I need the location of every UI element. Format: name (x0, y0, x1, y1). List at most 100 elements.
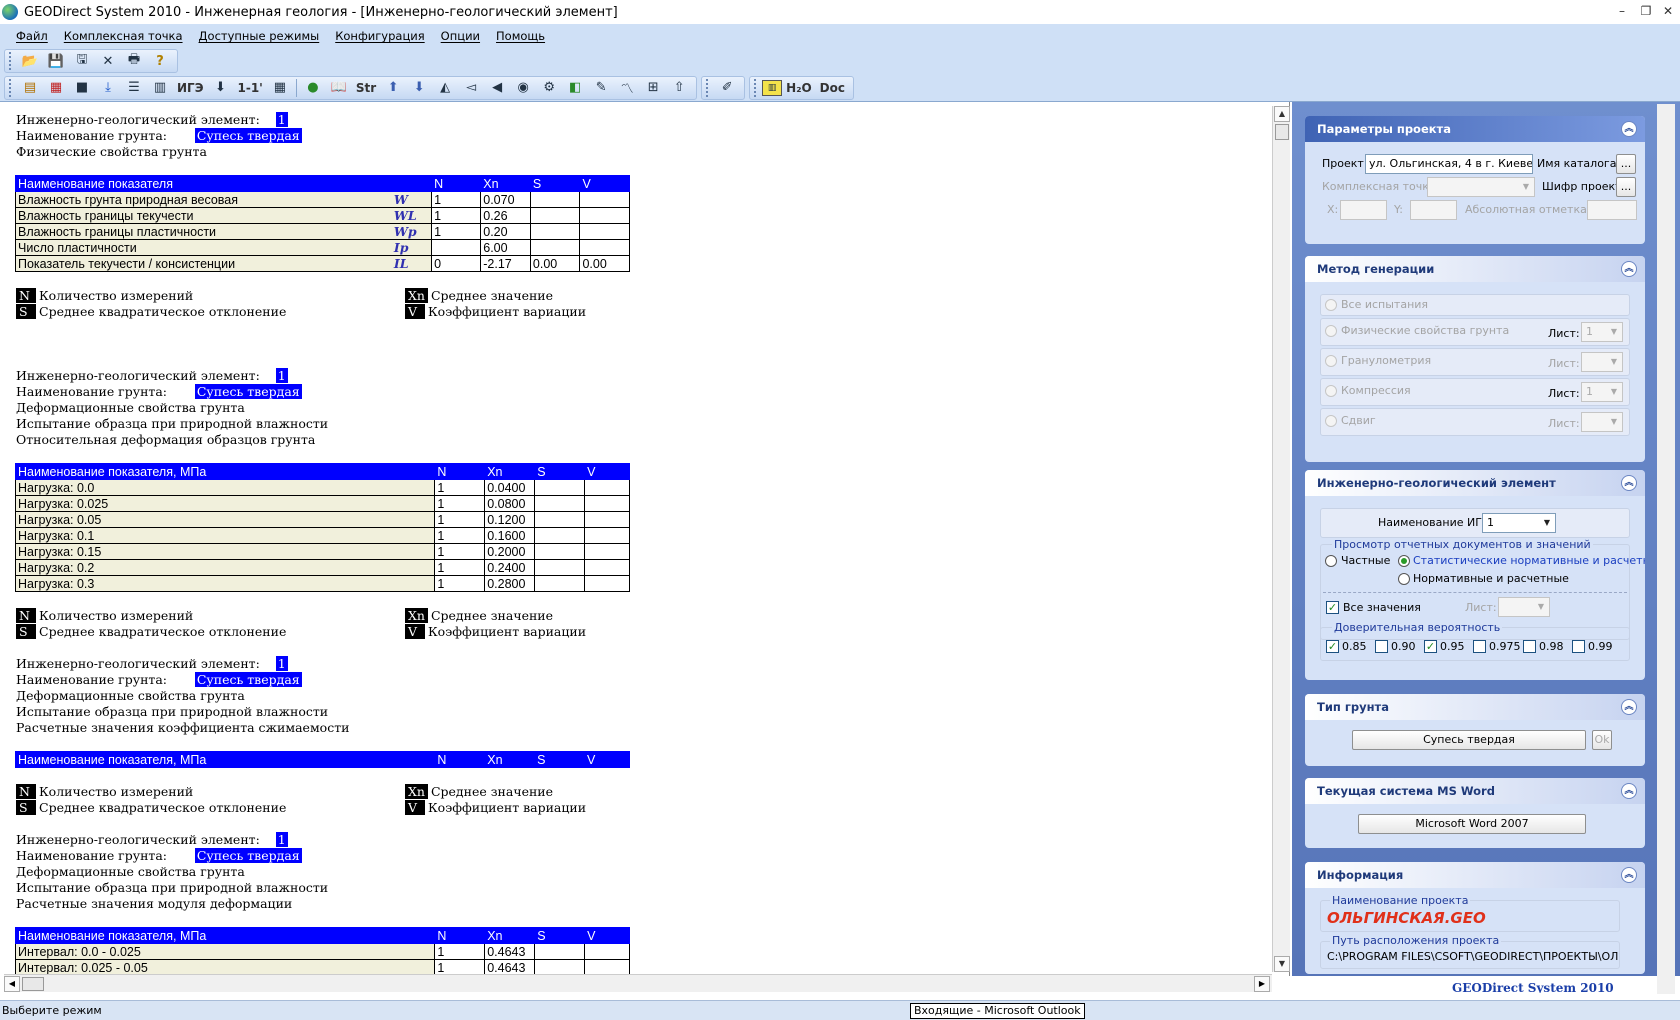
prob-checkbox[interactable]: ✓ (1424, 640, 1437, 653)
scroll-left-icon[interactable]: ◀ (4, 976, 20, 992)
scroll-thumb[interactable] (1275, 124, 1289, 140)
delete-x-icon[interactable]: ✕ (95, 50, 121, 72)
download-icon[interactable]: ⤓ (95, 77, 121, 99)
section-header[interactable]: Метод генерации ︽ (1305, 256, 1645, 282)
sheet-dropdown-gran[interactable]: ▼ (1581, 352, 1623, 372)
arrow-left-icon[interactable]: ◀ (484, 77, 510, 99)
house-up-icon[interactable]: ⇧ (666, 77, 692, 99)
gear-icon[interactable]: ⚙ (536, 77, 562, 99)
section-header[interactable]: Тип грунта ︽ (1305, 694, 1645, 720)
collapse-chevron-icon[interactable]: ︽ (1621, 699, 1637, 715)
menu-options[interactable]: Опции (433, 29, 488, 43)
list-icon[interactable]: ☰ (121, 77, 147, 99)
sheet-dropdown-shear[interactable]: ▼ (1581, 412, 1623, 432)
grid-icon[interactable]: ▦ (267, 77, 293, 99)
prob-checkbox[interactable] (1473, 640, 1486, 653)
collapse-chevron-icon[interactable]: ︽ (1621, 783, 1637, 799)
collapse-chevron-icon[interactable]: ︽ (1621, 867, 1637, 883)
str-button[interactable]: Str (352, 77, 380, 99)
radio-stat[interactable] (1398, 555, 1410, 567)
prob-checkbox[interactable] (1523, 640, 1536, 653)
scroll-thumb[interactable] (22, 977, 44, 991)
section-button[interactable]: 1-1' (234, 77, 267, 99)
ruler-icon[interactable]: ▥ (762, 79, 783, 96)
minimize-icon[interactable]: – (1614, 3, 1630, 19)
pen-icon[interactable]: ✎ (588, 77, 614, 99)
edit-icon[interactable]: ✐ (714, 77, 740, 99)
section-header[interactable]: Инженерно-геологический элемент ︽ (1305, 470, 1645, 496)
complex-point-dropdown[interactable]: ▼ (1427, 177, 1535, 197)
soil-type-button[interactable]: Супесь твердая (1352, 730, 1586, 750)
book-icon[interactable]: 📖 (326, 77, 352, 99)
word-version-button[interactable]: Microsoft Word 2007 (1358, 814, 1586, 834)
menu-complex-point[interactable]: Комплексная точка (56, 29, 191, 43)
globe-icon[interactable]: ● (300, 77, 326, 99)
chart-icon[interactable]: ▥ (147, 77, 173, 99)
triangle-up-icon[interactable]: ◭ (432, 77, 458, 99)
stop-square-icon[interactable]: ■ (69, 77, 95, 99)
soil-ok-button[interactable]: Ok (1592, 730, 1612, 750)
x-input[interactable] (1340, 200, 1387, 220)
radio-phys[interactable] (1325, 325, 1337, 337)
arrow-down-icon[interactable]: ⬇ (208, 77, 234, 99)
collapse-chevron-icon[interactable]: ︽ (1621, 475, 1637, 491)
radio-partial[interactable] (1325, 555, 1337, 567)
catalog-browse-button[interactable]: ... (1616, 154, 1636, 174)
ige-name-dropdown[interactable]: 1 ▼ (1482, 513, 1556, 533)
toolbar-grip[interactable] (706, 78, 710, 97)
menu-modes[interactable]: Доступные режимы (191, 29, 328, 43)
collapse-chevron-icon[interactable]: ︽ (1621, 261, 1637, 277)
restore-icon[interactable]: ❐ (1638, 3, 1654, 19)
triangle-left-icon[interactable]: ◅ (458, 77, 484, 99)
close-icon[interactable]: ✕ (1660, 3, 1676, 19)
all-values-checkbox[interactable]: ✓ (1326, 601, 1339, 614)
menu-config[interactable]: Конфигурация (327, 29, 432, 43)
scroll-up-icon[interactable]: ▲ (1274, 106, 1290, 122)
section-header[interactable]: Информация ︽ (1305, 862, 1645, 888)
menu-file[interactable]: Файл (8, 29, 56, 43)
radio-gran[interactable] (1325, 355, 1337, 367)
help-question-icon[interactable]: ? (147, 50, 173, 72)
abs-mark-input[interactable] (1587, 200, 1637, 220)
toolbar-grip[interactable] (9, 78, 13, 97)
sheet-dropdown-comp[interactable]: 1 ▼ (1581, 382, 1623, 402)
layers-icon[interactable]: ▤ (17, 77, 43, 99)
collapse-chevron-icon[interactable]: ︽ (1621, 121, 1637, 137)
radio-comp[interactable] (1325, 385, 1337, 397)
doc-button[interactable]: Doc (816, 77, 849, 99)
eye-icon[interactable]: ◉ (510, 77, 536, 99)
radio-norm[interactable] (1398, 573, 1410, 585)
radio-shear[interactable] (1325, 415, 1337, 427)
section-header[interactable]: Текущая система MS Word ︽ (1305, 778, 1645, 804)
open-folder-icon[interactable]: 📂 (17, 50, 43, 72)
prob-checkbox[interactable] (1375, 640, 1388, 653)
arrow-down-blue-icon[interactable]: ⬇ (406, 77, 432, 99)
scroll-right-icon[interactable]: ▶ (1254, 976, 1270, 992)
y-input[interactable] (1410, 200, 1457, 220)
section-header[interactable]: Параметры проекта ︽ (1305, 116, 1645, 142)
project-input[interactable]: ул. Ольгинская, 4 в г. Киеве (1365, 154, 1533, 174)
report-document[interactable]: Инженерно-геологический элемент: 1 Наиме… (0, 102, 1290, 976)
taskbar-item[interactable]: Входящие - Microsoft Outlook (910, 1003, 1085, 1019)
save-icon[interactable]: 💾 (43, 50, 69, 72)
document-horizontal-scrollbar[interactable]: ◀ ▶ (4, 974, 1272, 992)
prob-checkbox[interactable]: ✓ (1326, 640, 1339, 653)
arrow-up-blue-icon[interactable]: ⬆ (380, 77, 406, 99)
radio-all[interactable] (1325, 299, 1337, 311)
cipher-browse-button[interactable]: ... (1616, 177, 1636, 197)
network-icon[interactable]: ⊞ (640, 77, 666, 99)
polyline-icon[interactable]: 〽 (614, 77, 640, 99)
cylinder-icon[interactable]: ◧ (562, 77, 588, 99)
panel-scrollbar[interactable] (1657, 104, 1675, 994)
toolbar-grip[interactable] (9, 52, 13, 70)
scroll-down-icon[interactable]: ▼ (1274, 956, 1290, 972)
toolbar-grip[interactable] (754, 78, 758, 97)
all-values-sheet-dropdown[interactable]: ▼ (1498, 597, 1550, 617)
hatch-icon[interactable]: ▦ (43, 77, 69, 99)
save-as-icon[interactable]: 🖫 (69, 50, 95, 72)
menu-help[interactable]: Помощь (488, 29, 553, 43)
prob-checkbox[interactable] (1572, 640, 1585, 653)
print-icon[interactable]: 🖶 (121, 50, 147, 72)
sheet-dropdown-phys[interactable]: 1 ▼ (1581, 322, 1623, 342)
document-vertical-scrollbar[interactable]: ▲ ▼ (1272, 106, 1290, 972)
